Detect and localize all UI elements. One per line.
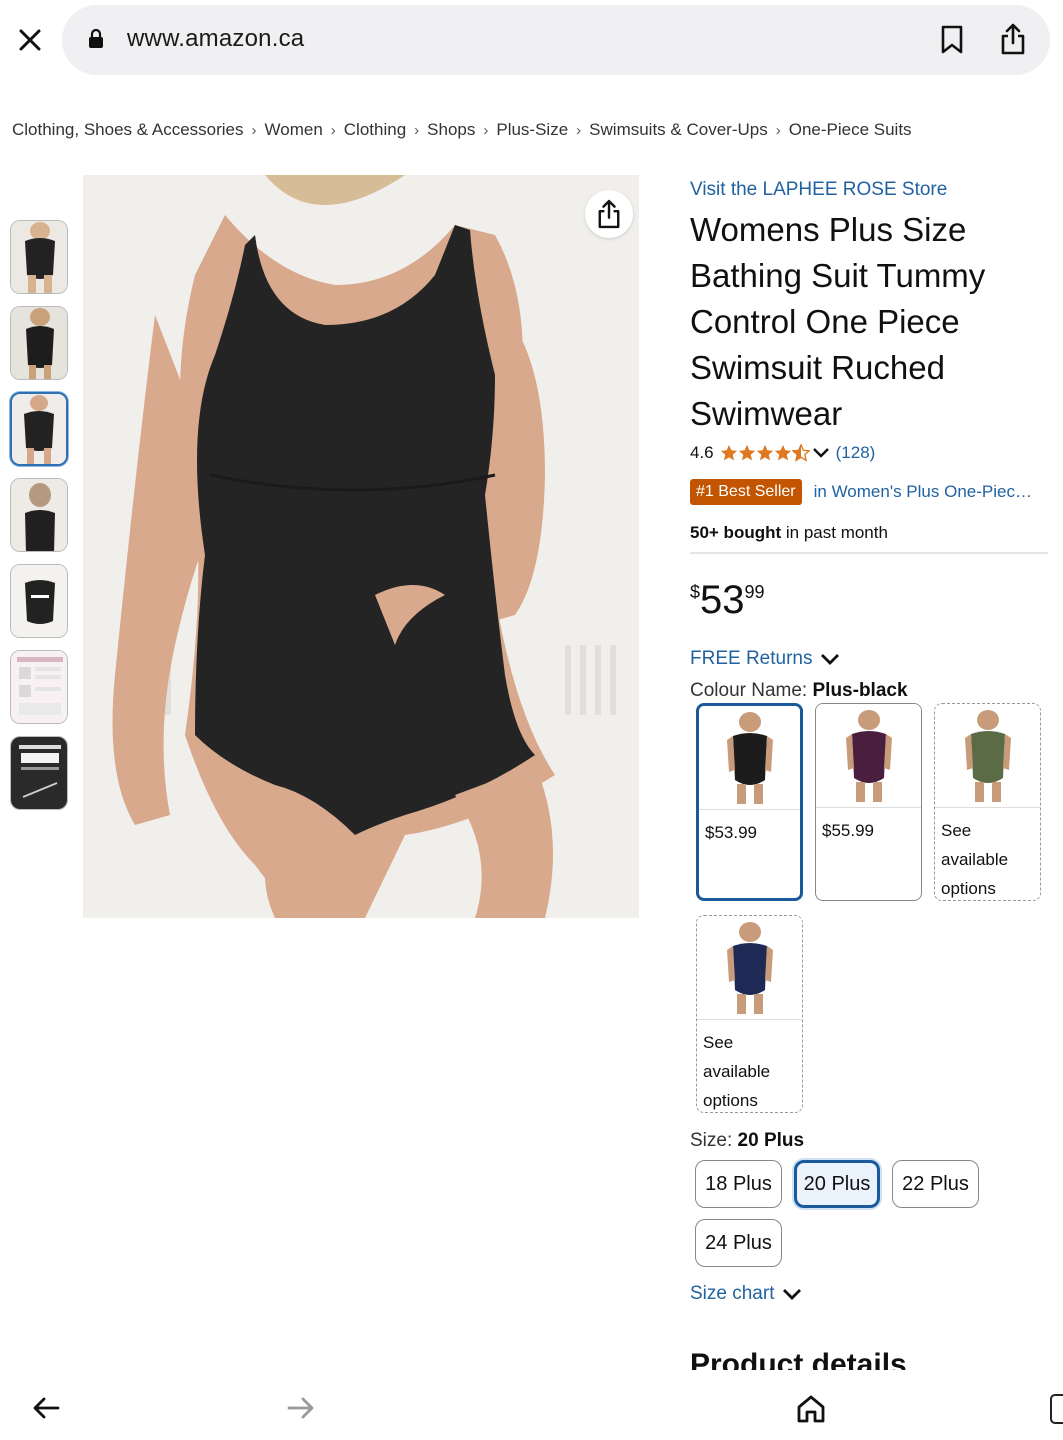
free-returns-link[interactable]: FREE Returns xyxy=(690,648,1050,670)
chevron-down-icon xyxy=(783,1289,802,1300)
best-seller-badge: #1 Best Seller xyxy=(690,479,802,505)
best-seller-row: #1 Best Seller in Women's Plus One-Piece… xyxy=(690,479,1050,505)
rating-count[interactable]: (128) xyxy=(836,443,876,463)
back-arrow-icon[interactable] xyxy=(32,1396,60,1425)
breadcrumb-item[interactable]: Swimsuits & Cover-Ups xyxy=(589,120,768,140)
swatch-image xyxy=(935,704,1040,808)
size-option-24-plus[interactable]: 24 Plus xyxy=(695,1219,782,1267)
breadcrumb-item[interactable]: Clothing, Shoes & Accessories xyxy=(12,120,244,140)
colour-swatch-navy[interactable]: See available options xyxy=(696,915,803,1113)
star-half-icon xyxy=(791,444,810,462)
breadcrumb-item[interactable]: One-Piece Suits xyxy=(789,120,912,140)
size-option-22-plus[interactable]: 22 Plus xyxy=(892,1160,979,1208)
colour-label: Colour Name: Plus-black xyxy=(690,680,908,701)
thumbnail-selected[interactable] xyxy=(10,392,68,466)
thumbnail[interactable] xyxy=(10,220,68,294)
address-bar[interactable]: www.amazon.ca xyxy=(62,5,1050,75)
size-option-18-plus[interactable]: 18 Plus xyxy=(695,1160,782,1208)
breadcrumb-item[interactable]: Women xyxy=(265,120,323,140)
browser-bottom-nav xyxy=(0,1382,1063,1440)
colour-swatch-green[interactable]: See available options xyxy=(934,703,1041,901)
product-info: Visit the LAPHEE ROSE Store Womens Plus … xyxy=(690,175,1050,702)
star-icon xyxy=(738,444,755,461)
lock-icon xyxy=(88,28,104,54)
chevron-down-icon xyxy=(812,448,829,458)
swatch-image xyxy=(816,704,921,808)
rating-value: 4.6 xyxy=(690,443,714,462)
bookmark-icon[interactable] xyxy=(940,25,964,60)
size-option-20-plus[interactable]: 20 Plus xyxy=(794,1160,880,1208)
price: $ 53 99 xyxy=(690,578,765,622)
thumbnail-strip xyxy=(10,220,70,822)
breadcrumb-item[interactable]: Clothing xyxy=(344,120,406,140)
breadcrumb-item[interactable]: Plus-Size xyxy=(496,120,568,140)
thumbnail[interactable] xyxy=(10,736,68,810)
chevron-right-icon: › xyxy=(414,121,420,139)
forward-arrow-icon[interactable] xyxy=(287,1396,315,1425)
colour-swatch-black[interactable]: $53.99 xyxy=(696,703,803,901)
swatch-image xyxy=(699,706,800,810)
share-icon[interactable] xyxy=(1000,23,1026,60)
star-rating xyxy=(720,444,810,462)
product-title: Womens Plus Size Bathing Suit Tummy Cont… xyxy=(690,211,986,432)
product-details-heading: Product details xyxy=(690,1348,907,1370)
store-link[interactable]: Visit the LAPHEE ROSE Store xyxy=(690,179,1050,201)
swatch-image xyxy=(697,916,802,1020)
best-seller-category-link[interactable]: in Women's Plus One-Piece Swimsuits xyxy=(814,482,1040,502)
size-chart-link[interactable]: Size chart xyxy=(690,1283,802,1305)
home-icon[interactable] xyxy=(796,1394,826,1429)
close-icon[interactable] xyxy=(14,24,46,56)
main-product-image[interactable] xyxy=(75,175,647,918)
chevron-right-icon: › xyxy=(576,121,582,139)
rating-row[interactable]: 4.6 (128) xyxy=(690,443,1050,463)
divider xyxy=(690,552,1048,554)
star-icon xyxy=(756,444,773,461)
size-label: Size: 20 Plus xyxy=(690,1130,805,1151)
thumbnail[interactable] xyxy=(10,650,68,724)
thumbnail[interactable] xyxy=(10,478,68,552)
chevron-down-icon xyxy=(821,654,840,665)
thumbnail[interactable] xyxy=(10,306,68,380)
star-icon xyxy=(720,444,737,461)
thumbnail[interactable] xyxy=(10,564,68,638)
purchase-count: 50+ bought in past month xyxy=(690,523,888,542)
breadcrumb: Clothing, Shoes & Accessories › Women › Cl… xyxy=(12,120,912,140)
browser-toolbar: www.amazon.ca xyxy=(0,0,1063,82)
chevron-right-icon: › xyxy=(483,121,489,139)
tabs-icon[interactable] xyxy=(1050,1394,1063,1424)
chevron-right-icon: › xyxy=(775,121,781,139)
chevron-right-icon: › xyxy=(330,121,336,139)
colour-swatch-purple[interactable]: $55.99 xyxy=(815,703,922,901)
star-icon xyxy=(774,444,791,461)
chevron-right-icon: › xyxy=(251,121,257,139)
breadcrumb-item[interactable]: Shops xyxy=(427,120,475,140)
share-icon[interactable] xyxy=(585,190,633,238)
url-text: www.amazon.ca xyxy=(127,25,305,52)
